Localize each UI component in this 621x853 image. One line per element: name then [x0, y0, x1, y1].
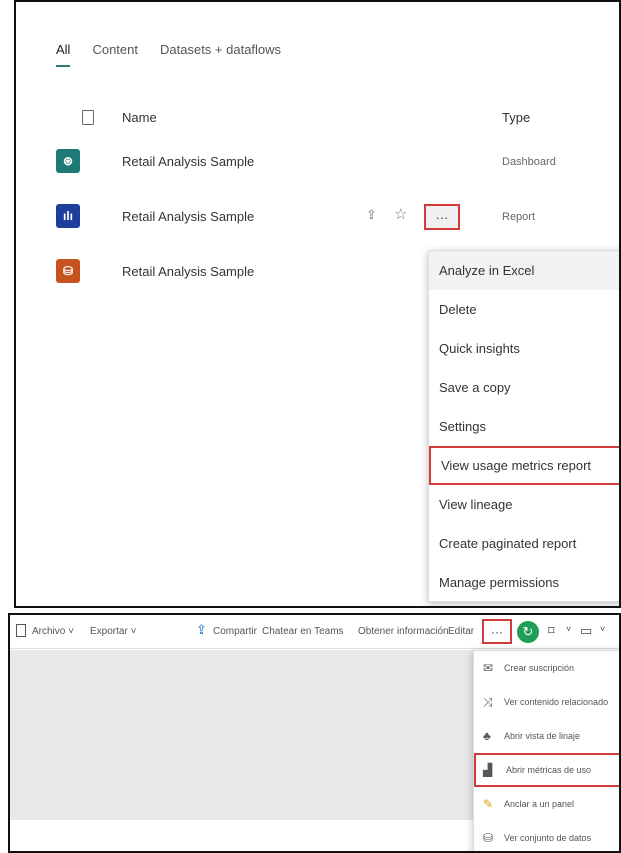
- view-icon[interactable]: ▭: [580, 623, 592, 639]
- more-options-button[interactable]: ···: [424, 204, 460, 230]
- column-header-name[interactable]: Name: [122, 110, 157, 125]
- column-header-type[interactable]: Type: [502, 110, 530, 125]
- teams-chat-button[interactable]: Chatear en Teams: [262, 626, 344, 637]
- report-toolbar: Archivo ˅ Exportar ˅ ⇪ Compartir Chatear…: [10, 615, 619, 649]
- share-icon: ⇪: [196, 622, 207, 637]
- dataset-icon: ⛁: [56, 259, 80, 283]
- share-button[interactable]: Compartir: [213, 626, 257, 637]
- menu-item-save-a-copy[interactable]: Save a copy: [429, 368, 619, 407]
- file-menu[interactable]: Archivo ˅: [32, 626, 74, 637]
- tab-datasets-dataflows[interactable]: Datasets + dataflows: [160, 42, 281, 67]
- chevron-down-icon[interactable]: ˅: [566, 624, 571, 634]
- lineage-icon: ♣: [483, 729, 491, 743]
- edit-button[interactable]: Editar: [448, 626, 474, 637]
- menu-item-create-paginated-report[interactable]: Create paginated report: [429, 524, 619, 563]
- menu-item-view-dataset[interactable]: ⛁ Ver conjunto de datos: [474, 821, 619, 851]
- table-header: Name Type: [16, 106, 619, 136]
- item-name[interactable]: Retail Analysis Sample: [122, 264, 254, 279]
- menu-item-label: Abrir vista de linaje: [504, 731, 581, 741]
- menu-item-settings[interactable]: Settings: [429, 407, 619, 446]
- report-panel: Archivo ˅ Exportar ˅ ⇪ Compartir Chatear…: [8, 613, 621, 853]
- workspace-panel: All Content Datasets + dataflows Name Ty…: [14, 0, 621, 608]
- more-options-button[interactable]: ···: [482, 619, 512, 644]
- menu-item-open-lineage-view[interactable]: ♣ Abrir vista de linaje: [474, 719, 619, 753]
- menu-item-pin-to-dashboard[interactable]: ✎ Anclar a un panel: [474, 787, 619, 821]
- document-icon: [16, 624, 26, 637]
- table-row[interactable]: ılı Retail Analysis Sample ⇪ ☆ ··· Repor…: [16, 195, 619, 239]
- refresh-icon[interactable]: ↻: [517, 621, 539, 643]
- menu-item-label: Anclar a un panel: [504, 799, 575, 809]
- chevron-down-icon[interactable]: ˅: [600, 624, 605, 634]
- export-menu[interactable]: Exportar ˅: [90, 626, 136, 637]
- content-tabs: All Content Datasets + dataflows: [56, 42, 281, 67]
- item-type: Dashboard: [502, 156, 556, 168]
- menu-item-label: Abrir métricas de uso: [506, 765, 592, 775]
- tab-all[interactable]: All: [56, 42, 71, 67]
- usage-metrics-icon: ▟: [483, 763, 493, 777]
- menu-item-quick-insights[interactable]: Quick insights: [429, 329, 619, 368]
- context-menu: Analyze in Excel Delete Quick insights S…: [428, 250, 619, 602]
- dashboard-icon: ⊛: [56, 149, 80, 173]
- menu-item-label: Ver conjunto de datos: [504, 833, 592, 843]
- menu-item-view-usage-metrics-report[interactable]: View usage metrics report: [429, 446, 619, 485]
- report-icon: ılı: [56, 204, 80, 228]
- item-type: Report: [502, 211, 536, 223]
- menu-item-label: Crear suscripción: [504, 663, 575, 673]
- star-icon[interactable]: ☆: [394, 205, 407, 223]
- get-insights-button[interactable]: Obtener información: [358, 626, 449, 637]
- item-name[interactable]: Retail Analysis Sample: [122, 209, 254, 224]
- menu-item-analyze-in-excel[interactable]: Analyze in Excel: [429, 251, 619, 290]
- menu-item-open-usage-metrics[interactable]: ▟ Abrir métricas de uso: [474, 753, 619, 787]
- bookmark-icon[interactable]: ⌑: [548, 623, 555, 639]
- menu-item-view-lineage[interactable]: View lineage: [429, 485, 619, 524]
- pin-icon: ✎: [483, 797, 494, 811]
- report-more-menu: ✉ Crear suscripción ⤨ Ver contenido rela…: [473, 650, 619, 851]
- table-row[interactable]: ⊛ Retail Analysis Sample Dashboard: [16, 140, 619, 184]
- related-content-icon: ⤨: [483, 695, 493, 709]
- file-icon: [82, 110, 94, 125]
- dataset-icon: ⛁: [483, 831, 494, 845]
- menu-item-label: Ver contenido relacionado: [504, 697, 609, 707]
- menu-item-create-subscription[interactable]: ✉ Crear suscripción: [474, 651, 619, 685]
- subscribe-icon: ✉: [483, 661, 494, 675]
- menu-item-delete[interactable]: Delete: [429, 290, 619, 329]
- tab-content[interactable]: Content: [92, 42, 138, 67]
- share-icon[interactable]: ⇪: [366, 207, 377, 223]
- item-name[interactable]: Retail Analysis Sample: [122, 154, 254, 169]
- menu-item-related-content[interactable]: ⤨ Ver contenido relacionado: [474, 685, 619, 719]
- menu-item-manage-permissions[interactable]: Manage permissions: [429, 563, 619, 602]
